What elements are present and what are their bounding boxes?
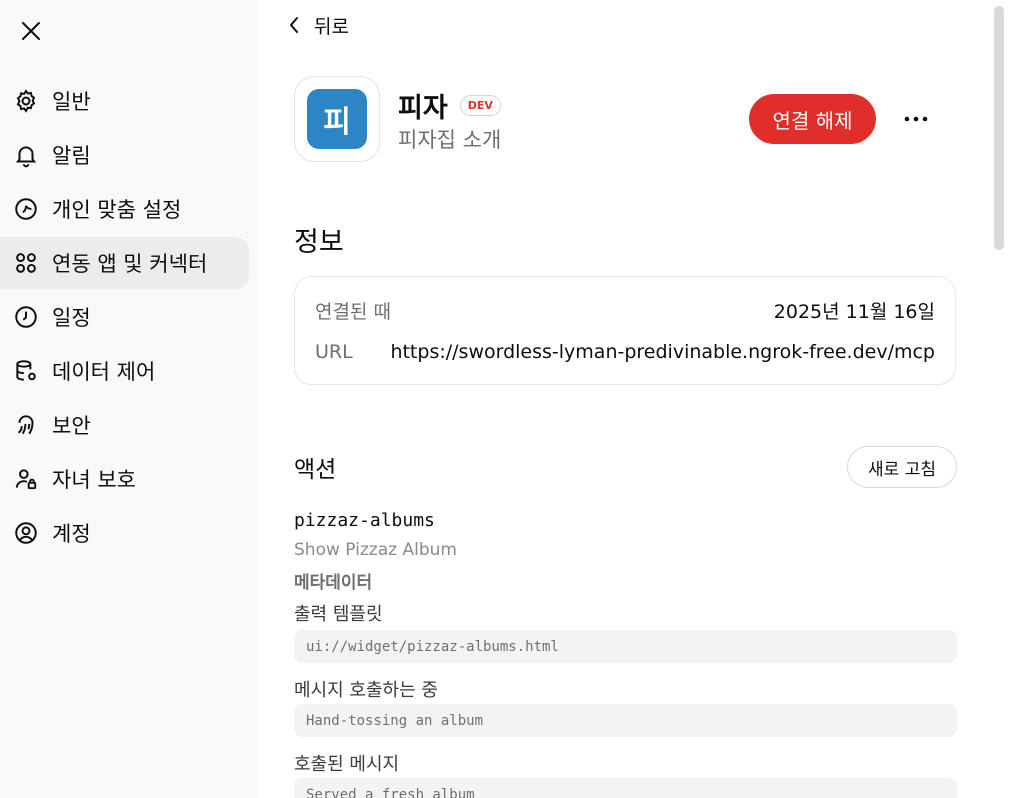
app-title: 피자 DEV xyxy=(398,86,501,125)
sidebar-item-label: 계정 xyxy=(52,522,91,546)
sidebar-item-account[interactable]: 계정 xyxy=(0,507,249,559)
field-label: 출력 템플릿 xyxy=(294,604,383,625)
info-label: URL xyxy=(315,341,353,363)
invoked-message-value: Served a fresh album xyxy=(294,778,957,798)
database-gear-icon xyxy=(12,357,40,385)
person-lock-icon xyxy=(12,465,40,493)
sidebar-item-label: 일반 xyxy=(52,90,91,114)
sidebar-item-label: 연동 앱 및 커넥터 xyxy=(52,252,208,276)
back-button[interactable]: 뒤로 xyxy=(288,8,349,42)
sidebar-item-data-controls[interactable]: 데이터 제어 xyxy=(0,345,249,397)
sidebar-item-label: 데이터 제어 xyxy=(52,360,156,384)
fingerprint-icon xyxy=(12,411,40,439)
tool-name: pizzaz-albums xyxy=(294,510,435,531)
more-options-button[interactable] xyxy=(898,104,934,134)
scrollbar-thumb[interactable] xyxy=(994,6,1004,250)
metadata-label: 메타데이터 xyxy=(294,573,373,593)
back-label: 뒤로 xyxy=(314,15,349,38)
info-value: 2025년 11월 16일 xyxy=(773,301,935,323)
app-name: 피자 xyxy=(398,93,448,124)
settings-sidebar: 일반 알림 개인 맞춤 설정 연동 앱 및 커넥터 일정 데이터 제어 보안 자… xyxy=(0,0,258,798)
actions-section-title: 액션 xyxy=(294,457,337,483)
sidebar-item-parental-controls[interactable]: 자녀 보호 xyxy=(0,453,249,505)
info-section-title: 정보 xyxy=(294,227,344,258)
sidebar-item-label: 자녀 보호 xyxy=(52,468,136,492)
app-icon-tile: 피 xyxy=(294,76,380,162)
sidebar-item-connected-apps[interactable]: 연동 앱 및 커넥터 xyxy=(0,237,249,289)
invoking-message-value: Hand-tossing an album xyxy=(294,704,957,737)
gear-icon xyxy=(12,87,40,115)
app-subtitle: 피자집 소개 xyxy=(398,128,502,152)
sidebar-item-security[interactable]: 보안 xyxy=(0,399,249,451)
sidebar-nav: 일반 알림 개인 맞춤 설정 연동 앱 및 커넥터 일정 데이터 제어 보안 자… xyxy=(0,75,258,561)
field-label: 메시지 호출하는 중 xyxy=(294,680,438,701)
sidebar-item-general[interactable]: 일반 xyxy=(0,75,249,127)
sidebar-item-notifications[interactable]: 알림 xyxy=(0,129,249,181)
sidebar-item-label: 개인 맞춤 설정 xyxy=(52,198,182,222)
info-row-url: URL https://swordless-lyman-predivinable… xyxy=(315,341,935,363)
disconnect-button[interactable]: 연결 해제 xyxy=(749,94,876,144)
info-row-connected: 연결된 때 2025년 11월 16일 xyxy=(315,297,935,324)
refresh-button[interactable]: 새로 고침 xyxy=(847,446,957,488)
account-icon xyxy=(12,519,40,547)
app-logo: 피 xyxy=(307,89,367,149)
clock-icon xyxy=(12,303,40,331)
sidebar-item-label: 일정 xyxy=(52,306,91,330)
apps-icon xyxy=(12,249,40,277)
personalize-icon xyxy=(12,195,40,223)
close-icon xyxy=(22,22,40,40)
sidebar-item-label: 알림 xyxy=(52,144,91,168)
sidebar-item-personalization[interactable]: 개인 맞춤 설정 xyxy=(0,183,249,235)
dev-badge: DEV xyxy=(459,95,501,116)
info-value[interactable]: https://swordless-lyman-predivinable.ngr… xyxy=(390,341,935,363)
field-label: 호출된 메시지 xyxy=(294,754,400,775)
chevron-left-icon xyxy=(290,17,298,33)
info-card: 연결된 때 2025년 11월 16일 URL https://swordles… xyxy=(294,276,956,385)
sidebar-item-label: 보안 xyxy=(52,414,91,438)
app-detail-panel: 뒤로 피 피자 DEV 피자집 소개 연결 해제 정보 연결된 때 2025년 … xyxy=(258,0,1012,798)
info-label: 연결된 때 xyxy=(315,301,391,323)
close-button[interactable] xyxy=(16,16,46,46)
bell-icon xyxy=(12,141,40,169)
tool-description: Show Pizzaz Album xyxy=(294,540,457,560)
ellipsis-icon xyxy=(904,116,928,122)
output-template-value: ui://widget/pizzaz-albums.html xyxy=(294,630,957,663)
sidebar-item-schedule[interactable]: 일정 xyxy=(0,291,249,343)
